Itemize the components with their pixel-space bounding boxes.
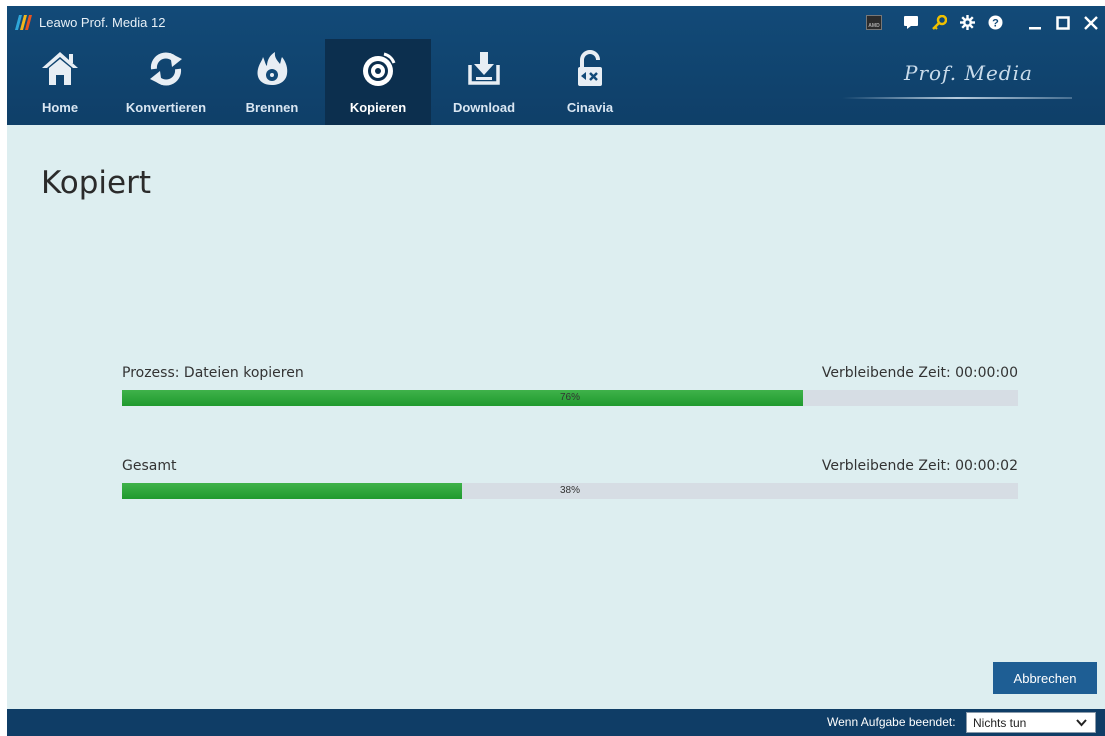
- svg-text:?: ?: [992, 18, 999, 30]
- key-icon[interactable]: [925, 6, 953, 39]
- nav-label: Cinavia: [566, 100, 614, 115]
- close-icon[interactable]: [1077, 6, 1105, 39]
- on-complete-select[interactable]: Nichts tun: [966, 712, 1096, 733]
- cancel-button[interactable]: Abbrechen: [993, 662, 1097, 694]
- maximize-icon[interactable]: [1049, 6, 1077, 39]
- burn-icon: [257, 52, 288, 85]
- help-icon[interactable]: ?: [981, 6, 1009, 39]
- on-complete-value: Nichts tun: [973, 716, 1027, 730]
- process-progress-bar: 76%: [122, 390, 1018, 406]
- main-content: Kopiert Prozess: Dateien kopieren Verble…: [7, 125, 1105, 709]
- title-bar-controls: AMD ?: [863, 6, 1105, 39]
- nav-item-kopieren[interactable]: Kopieren: [325, 39, 431, 125]
- brand-text: Prof. Media: [904, 61, 1033, 85]
- nav-label: Download: [452, 100, 516, 115]
- nav-label: Home: [41, 100, 79, 115]
- app-logo-icon: [15, 15, 32, 30]
- brand-swoosh: [842, 97, 1072, 99]
- convert-icon: [150, 52, 182, 86]
- settings-icon[interactable]: [953, 6, 981, 39]
- page-title: Kopiert: [41, 165, 152, 201]
- minimize-icon[interactable]: [1021, 6, 1049, 39]
- brand-logo: Prof. Media: [842, 39, 1072, 109]
- total-progress-bar: 38%: [122, 483, 1018, 499]
- app-title: Leawo Prof. Media 12: [39, 15, 166, 30]
- nav-item-cinavia[interactable]: Cinavia: [537, 39, 643, 125]
- on-complete-label: Wenn Aufgabe beendet:: [827, 715, 956, 729]
- cinavia-unlock-icon: [578, 50, 602, 86]
- download-icon: [468, 52, 500, 85]
- app-window: Leawo Prof. Media 12 AMD ? Home Konverti…: [7, 6, 1105, 736]
- amd-icon[interactable]: AMD: [863, 6, 885, 39]
- process-label: Prozess: Dateien kopieren: [122, 365, 304, 381]
- header: Leawo Prof. Media 12 AMD ? Home Konverti…: [7, 6, 1105, 125]
- feedback-icon[interactable]: [897, 6, 925, 39]
- nav-item-download[interactable]: Download: [431, 39, 537, 125]
- main-nav: Home Konvertieren Brennen Kopieren Downl…: [7, 39, 643, 125]
- process-remaining-time: Verbleibende Zeit: 00:00:00: [821, 365, 1018, 381]
- total-percent: 38%: [559, 485, 580, 496]
- copy-disc-icon: [363, 52, 396, 86]
- nav-label: Brennen: [245, 100, 299, 115]
- process-percent: 76%: [559, 392, 580, 403]
- total-progress: Gesamt Verbleibende Zeit: 00:00:02 38%: [122, 458, 1018, 503]
- process-progress: Prozess: Dateien kopieren Verbleibende Z…: [122, 365, 1018, 410]
- total-label: Gesamt: [122, 458, 177, 474]
- title-bar: Leawo Prof. Media 12 AMD ?: [7, 6, 1105, 39]
- nav-label: Konvertieren: [125, 100, 207, 115]
- nav-item-home[interactable]: Home: [7, 39, 113, 125]
- nav-label: Kopieren: [349, 100, 407, 115]
- nav-item-brennen[interactable]: Brennen: [219, 39, 325, 125]
- chevron-down-icon: [1076, 715, 1087, 730]
- footer: Wenn Aufgabe beendet: Nichts tun: [7, 709, 1105, 736]
- total-remaining-time: Verbleibende Zeit: 00:00:02: [821, 458, 1018, 474]
- home-icon: [42, 52, 78, 85]
- nav-item-konvertieren[interactable]: Konvertieren: [113, 39, 219, 125]
